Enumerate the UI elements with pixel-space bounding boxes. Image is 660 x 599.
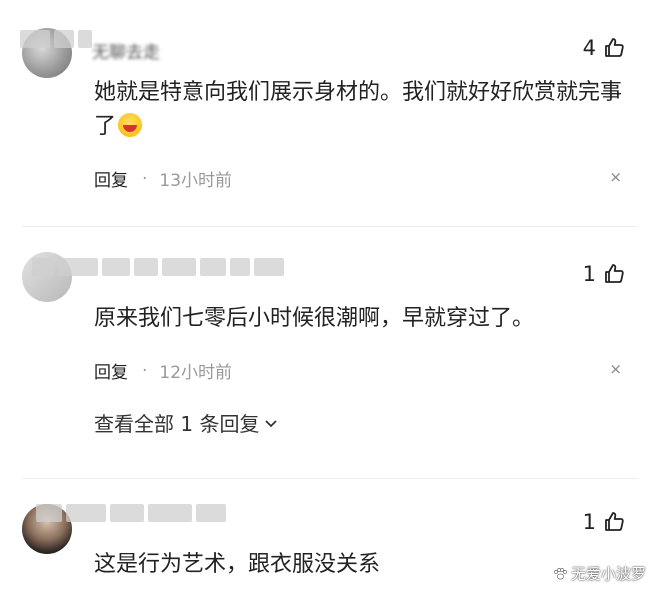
watermark: 无爱小波罗 — [553, 563, 646, 584]
thumbs-up-icon — [605, 512, 624, 531]
username-redaction — [36, 504, 226, 522]
paw-icon — [554, 567, 567, 579]
comment-3: 1 这是行为艺术，跟衣服没关系 — [0, 0, 660, 599]
like-button[interactable]: 1 — [583, 510, 626, 534]
watermark-text: 无爱小波罗 — [570, 565, 646, 583]
like-count: 1 — [582, 510, 596, 534]
